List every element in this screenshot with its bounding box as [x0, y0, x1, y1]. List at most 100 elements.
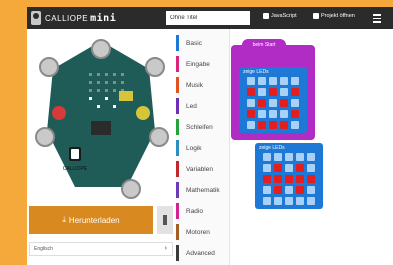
language-select[interactable]: Englisch › — [29, 242, 173, 256]
toolbox-item-label: Radio — [186, 207, 203, 215]
toolbox-item-motoren[interactable]: Motoren — [176, 222, 230, 242]
led-cell-off[interactable] — [307, 186, 315, 194]
toolbox-item-logik[interactable]: Logik — [176, 138, 230, 158]
led-cell-off[interactable] — [247, 99, 255, 107]
project-title-input[interactable] — [166, 11, 250, 25]
led-cell-off[interactable] — [258, 110, 266, 118]
logo-suffix: mini — [90, 12, 117, 24]
led-cell-off[interactable] — [285, 186, 293, 194]
led-cell-on[interactable] — [296, 164, 304, 172]
category-color-bar — [176, 77, 179, 93]
toolbox-item-schleifen[interactable]: Schleifen — [176, 117, 230, 137]
download-button[interactable]: ⤓ Herunterladen — [29, 206, 153, 234]
toolbox-item-musik[interactable]: Musik — [176, 75, 230, 95]
download-options-button[interactable] — [157, 206, 173, 234]
javascript-button[interactable]: JavaScript — [263, 13, 297, 19]
led-cell-on[interactable] — [263, 175, 271, 183]
led-cell-on[interactable] — [269, 88, 277, 96]
block-toolbox: Basic Eingabe Musik Led Schleifen Logik … — [176, 29, 230, 265]
category-color-bar — [176, 182, 179, 198]
led-cell-off[interactable] — [258, 77, 266, 85]
calliope-board-image[interactable]: CALLIOPE — [31, 35, 171, 201]
toolbox-item-label: Eingabe — [186, 60, 210, 68]
led-cell-on[interactable] — [296, 175, 304, 183]
led-grid-2 — [263, 153, 315, 205]
led-cell-on[interactable] — [291, 110, 299, 118]
led-cell-off[interactable] — [269, 77, 277, 85]
led-cell-off[interactable] — [296, 197, 304, 205]
category-color-bar — [176, 98, 179, 114]
toolbox-item-variablen[interactable]: Variablen — [176, 159, 230, 179]
show-leds-block-1[interactable]: zeige LEDs — [239, 67, 307, 133]
led-cell-off[interactable] — [285, 164, 293, 172]
led-cell-off[interactable] — [258, 88, 266, 96]
toolbox-item-basic[interactable]: Basic — [176, 33, 230, 53]
category-color-bar — [176, 140, 179, 156]
language-select-value: Englisch — [34, 246, 53, 252]
led-cell-on[interactable] — [307, 175, 315, 183]
led-cell-off[interactable] — [263, 197, 271, 205]
download-icon: ⤓ — [62, 215, 66, 224]
led-cell-off[interactable] — [247, 77, 255, 85]
led-cell-on[interactable] — [258, 99, 266, 107]
toolbox-item-label: Musik — [186, 81, 203, 89]
led-cell-on[interactable] — [247, 110, 255, 118]
led-cell-on[interactable] — [274, 175, 282, 183]
show-leds-label: zeige LEDs — [243, 69, 269, 75]
toolbox-item-label: Motoren — [186, 228, 210, 236]
led-cell-off[interactable] — [296, 153, 304, 161]
led-grid-1 — [247, 77, 299, 129]
show-leds-label: zeige LEDs — [259, 145, 285, 151]
led-cell-off[interactable] — [274, 153, 282, 161]
editor-window: CALLIOPEmini JavaScript Projekt öffnen — [27, 7, 393, 265]
led-cell-off[interactable] — [307, 197, 315, 205]
led-cell-off[interactable] — [263, 164, 271, 172]
toolbox-item-mathematik[interactable]: Mathematik — [176, 180, 230, 200]
led-cell-on[interactable] — [291, 88, 299, 96]
toolbox-item-label: Advanced — [186, 249, 215, 257]
led-cell-off[interactable] — [280, 88, 288, 96]
chevron-right-icon: › — [164, 245, 167, 252]
led-cell-off[interactable] — [291, 77, 299, 85]
category-color-bar — [176, 203, 179, 219]
led-cell-off[interactable] — [307, 153, 315, 161]
led-cell-on[interactable] — [269, 121, 277, 129]
led-cell-off[interactable] — [285, 153, 293, 161]
toolbox-item-eingabe[interactable]: Eingabe — [176, 54, 230, 74]
category-color-bar — [176, 56, 179, 72]
led-cell-on[interactable] — [280, 121, 288, 129]
open-project-button[interactable]: Projekt öffnen — [313, 13, 355, 19]
javascript-label: JavaScript — [271, 13, 297, 19]
toolbox-item-advanced[interactable]: Advanced — [176, 243, 230, 263]
led-cell-off[interactable] — [291, 99, 299, 107]
led-cell-off[interactable] — [307, 164, 315, 172]
led-cell-off[interactable] — [274, 197, 282, 205]
toolbox-item-label: Logik — [186, 144, 202, 152]
led-cell-on[interactable] — [285, 175, 293, 183]
led-cell-on[interactable] — [296, 186, 304, 194]
hamburger-menu-icon[interactable] — [373, 12, 381, 23]
category-color-bar — [176, 245, 179, 261]
led-cell-on[interactable] — [274, 164, 282, 172]
category-color-bar — [176, 161, 179, 177]
led-cell-off[interactable] — [263, 186, 271, 194]
blocks-workspace[interactable]: beim Start zeige LEDs zeige LEDs — [231, 29, 393, 265]
led-cell-on[interactable] — [258, 121, 266, 129]
calliope-logo[interactable]: CALLIOPE mini — [31, 10, 116, 26]
led-cell-off[interactable] — [269, 99, 277, 107]
toolbox-item-radio[interactable]: Radio — [176, 201, 230, 221]
led-cell-off[interactable] — [247, 121, 255, 129]
toolbox-item-led[interactable]: Led — [176, 96, 230, 116]
led-cell-on[interactable] — [274, 186, 282, 194]
show-leds-block-2[interactable]: zeige LEDs — [255, 143, 323, 209]
led-cell-off[interactable] — [263, 153, 271, 161]
led-cell-off[interactable] — [291, 121, 299, 129]
led-cell-off[interactable] — [280, 110, 288, 118]
led-cell-off[interactable] — [285, 197, 293, 205]
toolbox-item-label: Schleifen — [186, 123, 213, 131]
led-cell-on[interactable] — [280, 99, 288, 107]
category-color-bar — [176, 224, 179, 240]
led-cell-on[interactable] — [247, 88, 255, 96]
led-cell-off[interactable] — [269, 110, 277, 118]
led-cell-off[interactable] — [280, 77, 288, 85]
